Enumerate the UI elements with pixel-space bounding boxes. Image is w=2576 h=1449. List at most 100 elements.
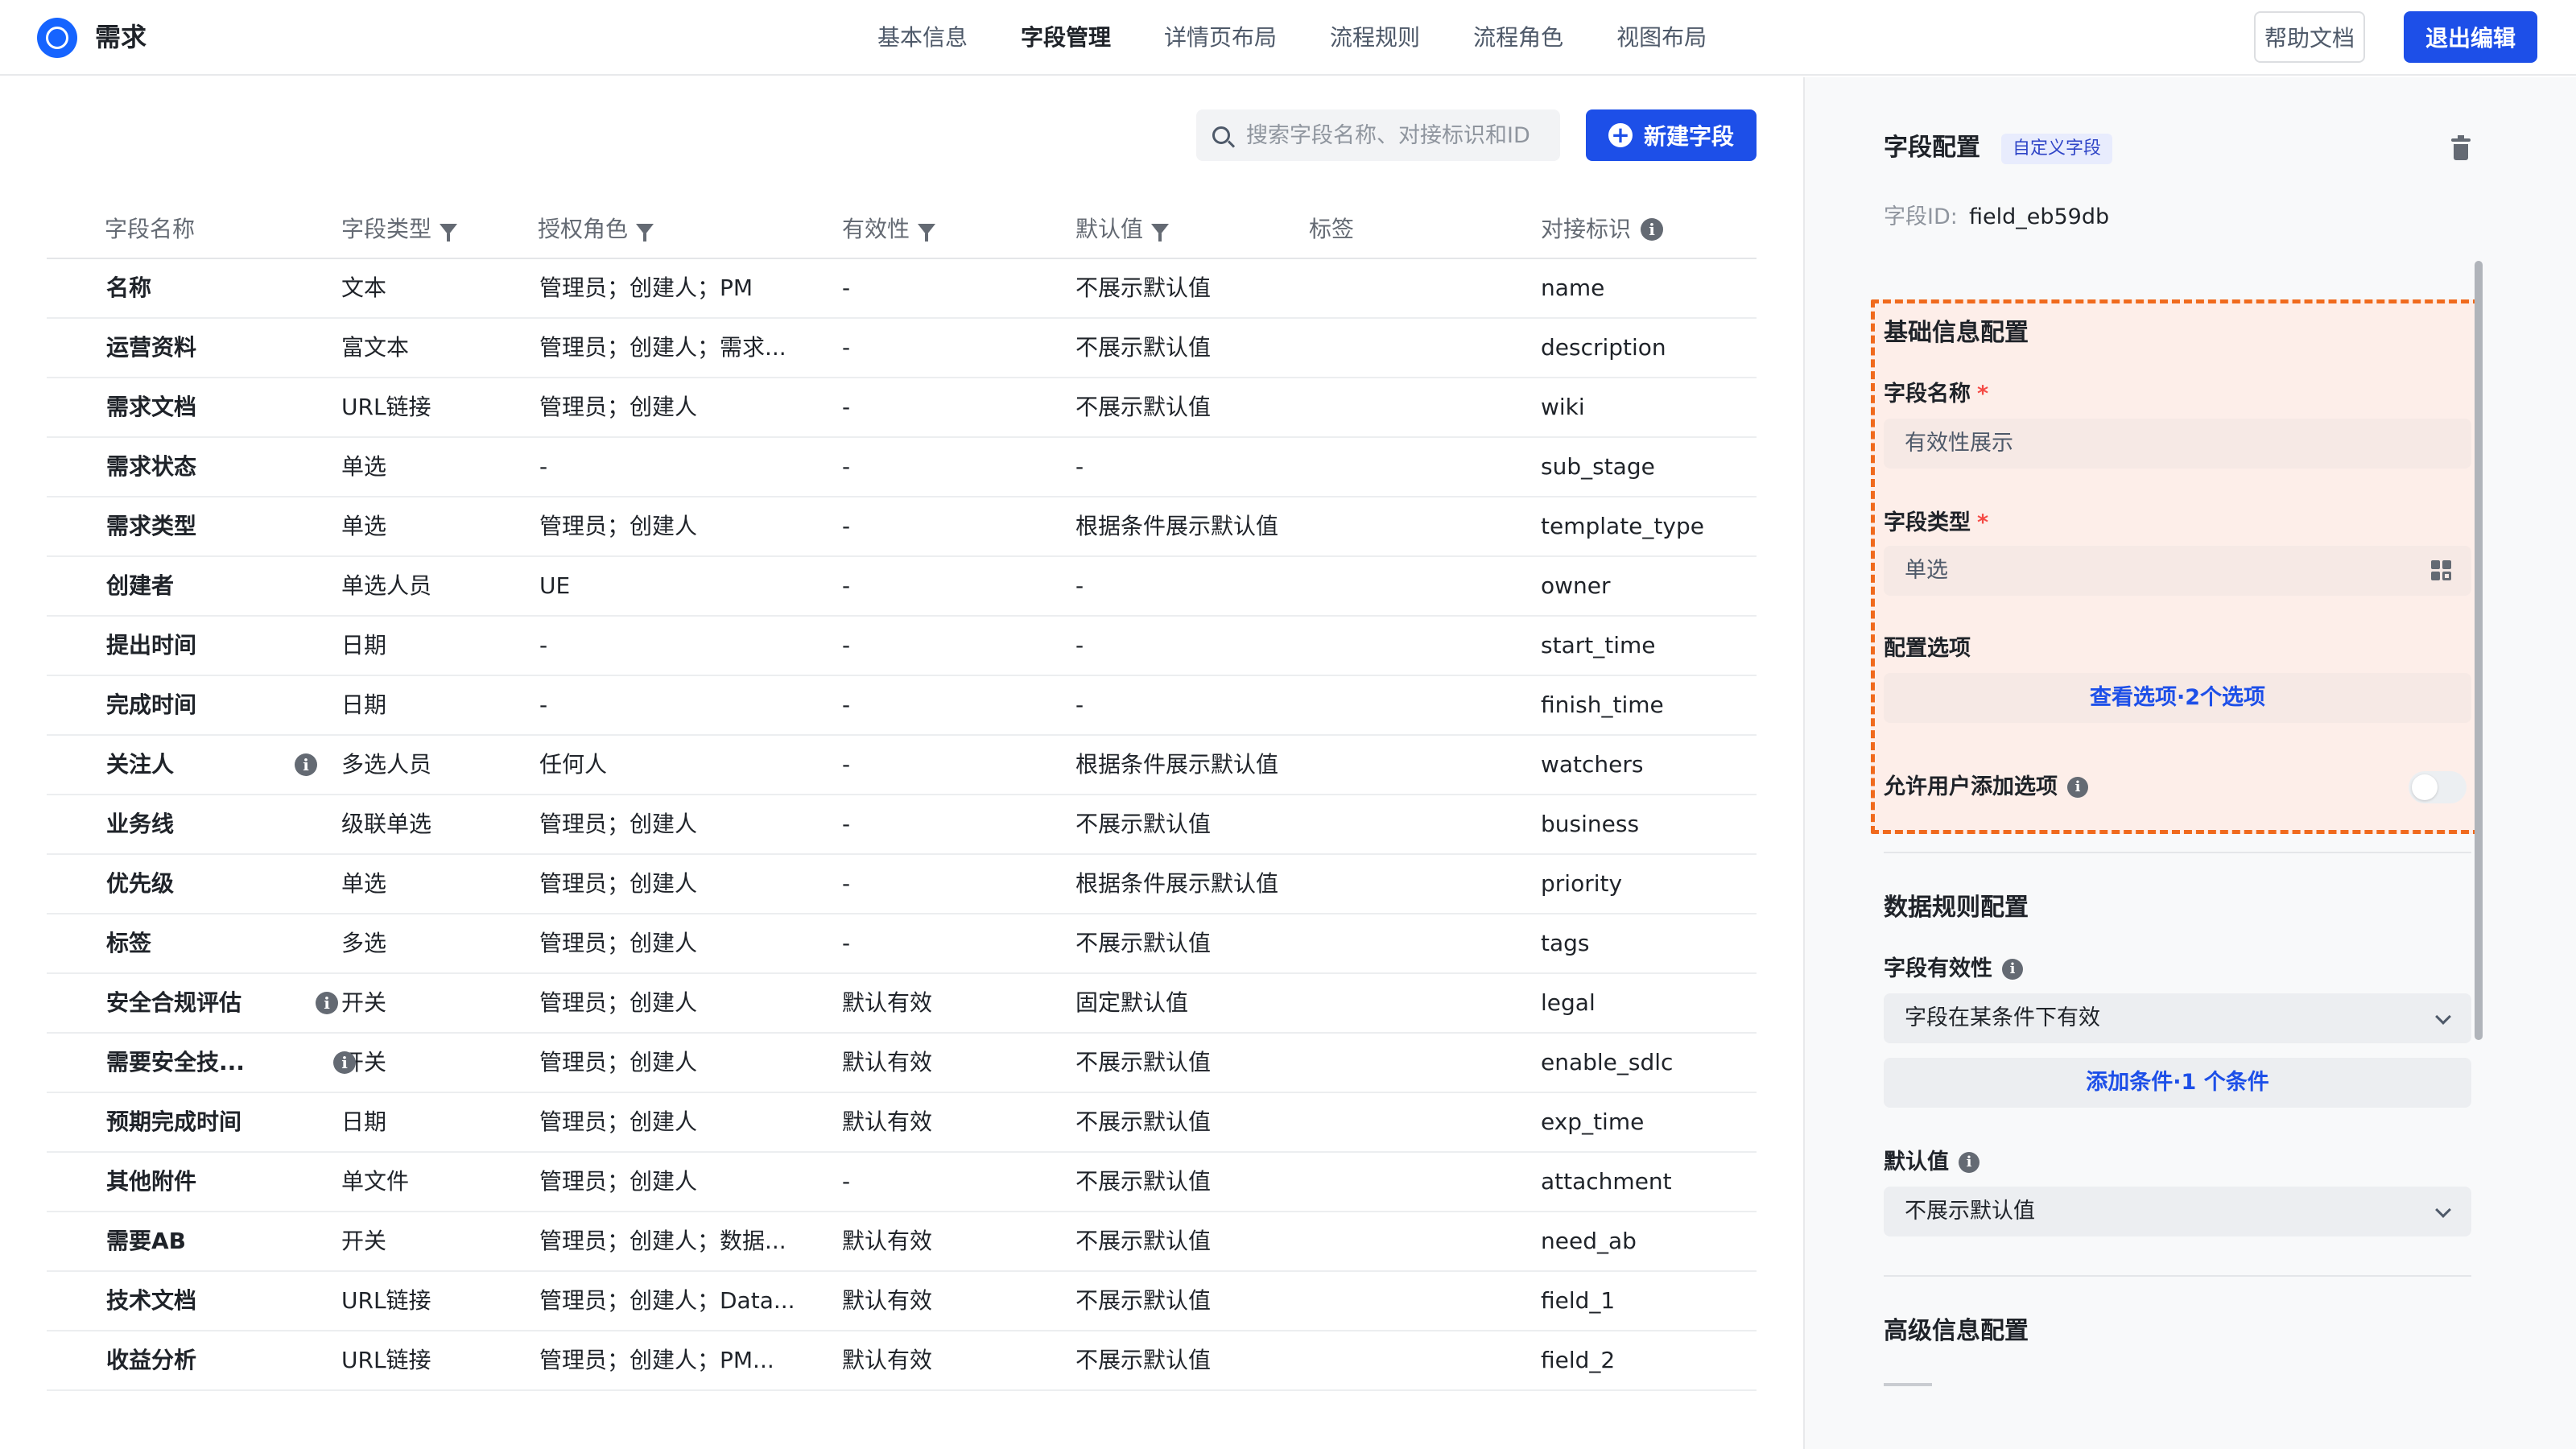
table-row[interactable]: 需要AB 开关 管理员；创建人；数据... 默认有效 不展示默认值 need_ab [47,1212,1757,1272]
table-row[interactable]: 预期完成时间 日期 管理员；创建人 默认有效 不展示默认值 exp_time [47,1093,1757,1153]
info-icon[interactable]: i [1959,1152,1979,1173]
nav-tab-flow-roles[interactable]: 流程角色 [1473,0,1563,76]
cell-roles: 管理员；创建人；数据... [539,1228,786,1254]
cell-field-type: 单选 [341,513,387,539]
table-row[interactable]: 创建者 单选人员 UE - - owner [47,557,1757,617]
filter-icon[interactable] [918,224,936,242]
cell-default-value: 不展示默认值 [1075,811,1212,837]
cell-validity: - [842,811,851,837]
field-table: 字段名称 字段类型 授权角色 有效性 默认值 标签 对接标识 i 名称 文本 管理员；… [47,201,1757,1391]
cell-roles: - [539,632,548,658]
cell-api-key: exp_time [1541,1108,1645,1135]
nav-tab-detail-layout[interactable]: 详情页布局 [1164,0,1277,76]
cell-default-value: - [1075,691,1084,718]
cell-field-type: 文本 [341,275,387,301]
allow-add-options-toggle[interactable] [2409,771,2467,803]
cell-api-key: legal [1541,989,1596,1016]
cell-default-value: 固定默认值 [1075,989,1189,1016]
nav-tab-flow-rules[interactable]: 流程规则 [1330,0,1420,76]
cell-validity: - [842,453,851,480]
cell-field-name: 运营资料 [106,334,197,361]
cell-api-key: need_ab [1541,1228,1637,1254]
cell-field-name: 其他附件 [106,1168,197,1195]
cell-api-key: owner [1541,572,1611,599]
field-type-label: 字段类型 * [1884,509,1988,538]
cell-roles: 管理员；创建人 [539,811,698,837]
cell-field-name: 提出时间 [106,632,197,658]
info-icon[interactable]: i [2002,959,2023,980]
cell-roles: UE [539,572,571,599]
column-header-validity[interactable]: 有效性 [842,201,936,258]
info-icon[interactable]: i [1641,218,1664,241]
field-id-value: field_eb59db [1969,204,2110,229]
table-row[interactable]: 需求状态 单选 - - - sub_stage [47,438,1757,497]
cell-default-value: 不展示默认值 [1075,1049,1212,1075]
filter-icon[interactable] [440,224,458,242]
column-header-type[interactable]: 字段类型 [341,201,458,258]
top-nav: 基本信息 字段管理 详情页布局 流程规则 流程角色 视图布局 [877,0,1760,76]
cell-default-value: 不展示默认值 [1075,1168,1212,1195]
new-field-button[interactable]: + 新建字段 [1586,109,1757,161]
table-row[interactable]: 提出时间 日期 - - - start_time [47,617,1757,676]
cell-field-type: 日期 [341,632,387,658]
table-row[interactable]: 需求文档 URL链接 管理员；创建人 - 不展示默认值 wiki [47,378,1757,438]
cell-roles: 管理员；创建人；Data... [539,1287,795,1314]
table-row[interactable]: 业务线 级联单选 管理员；创建人 - 不展示默认值 business [47,795,1757,855]
default-value-select[interactable]: 不展示默认值 [1884,1187,2471,1236]
view-options-link[interactable]: 查看选项·2个选项 [1884,673,2471,723]
cell-roles: 管理员；创建人；PM [539,275,753,301]
search-input[interactable] [1246,122,1544,148]
cell-roles: - [539,691,548,718]
section-divider [1884,1275,2471,1277]
info-icon[interactable]: i [316,992,338,1014]
table-row[interactable]: 运营资料 富文本 管理员；创建人；需求... - 不展示默认值 description [47,319,1757,378]
table-row[interactable]: 安全合规评估 开关 管理员；创建人 默认有效 固定默认值 legal i [47,974,1757,1034]
table-row[interactable]: 需要安全技... 开关 管理员；创建人 默认有效 不展示默认值 enable_sdlc i [47,1034,1757,1093]
custom-field-badge: 自定义字段 [2001,134,2113,164]
field-type-select[interactable]: 单选 [1884,546,2471,596]
trash-icon[interactable] [2451,135,2471,161]
info-icon[interactable]: i [2067,777,2088,798]
nav-tab-view-layout[interactable]: 视图布局 [1616,0,1707,76]
table-row[interactable]: 标签 多选 管理员；创建人 - 不展示默认值 tags [47,914,1757,974]
field-validity-select[interactable]: 字段在某条件下有效 [1884,993,2471,1043]
field-search[interactable] [1196,109,1560,161]
info-icon[interactable]: i [333,1051,356,1074]
table-row[interactable]: 完成时间 日期 - - - finish_time [47,676,1757,736]
panel-scrollbar[interactable] [2475,261,2483,1040]
table-row[interactable]: 名称 文本 管理员；创建人；PM - 不展示默认值 name [47,259,1757,319]
cell-field-name: 业务线 [106,811,175,837]
filter-icon[interactable] [636,224,654,242]
table-row[interactable]: 技术文档 URL链接 管理员；创建人；Data... 默认有效 不展示默认值 field_… [47,1272,1757,1331]
cell-validity: - [842,572,851,599]
column-header-default[interactable]: 默认值 [1075,201,1170,258]
cell-validity: - [842,275,851,301]
filter-icon[interactable] [1151,224,1170,242]
table-row[interactable]: 优先级 单选 管理员；创建人 - 根据条件展示默认值 priority [47,855,1757,914]
cell-roles: 管理员；创建人；PM... [539,1347,774,1373]
cell-default-value: 根据条件展示默认值 [1075,513,1279,539]
table-row[interactable]: 关注人 多选人员 任何人 - 根据条件展示默认值 watchers i [47,736,1757,795]
add-condition-button[interactable]: 添加条件·1 个条件 [1884,1058,2471,1108]
info-icon[interactable]: i [295,753,317,776]
cell-api-key: tags [1541,930,1590,956]
exit-edit-button[interactable]: 退出编辑 [2404,11,2537,63]
table-row[interactable]: 收益分析 URL链接 管理员；创建人；PM... 默认有效 不展示默认值 field_2 [47,1331,1757,1391]
cell-default-value: - [1075,632,1084,658]
cell-field-type: 级联单选 [341,811,432,837]
nav-tab-basic-info[interactable]: 基本信息 [877,0,968,76]
help-docs-button[interactable]: 帮助文档 [2254,11,2365,63]
required-mark: * [1977,510,1989,535]
cell-validity: - [842,513,851,539]
table-row[interactable]: 需求类型 单选 管理员；创建人 - 根据条件展示默认值 template_type [47,497,1757,557]
nav-tab-field-management[interactable]: 字段管理 [1021,0,1111,76]
field-name-input[interactable]: 有效性展示 [1884,419,2471,469]
cell-validity: - [842,632,851,658]
table-row[interactable]: 其他附件 单文件 管理员；创建人 - 不展示默认值 attachment [47,1153,1757,1212]
table-body: 名称 文本 管理员；创建人；PM - 不展示默认值 name 运营资料 富文本 管理员；创建人；… [47,259,1757,1391]
cell-default-value: 不展示默认值 [1075,1347,1212,1373]
column-header-roles[interactable]: 授权角色 [538,201,654,258]
cell-validity: 默认有效 [842,989,933,1016]
cell-field-name: 关注人 [106,751,175,778]
section-divider [1884,852,2471,853]
